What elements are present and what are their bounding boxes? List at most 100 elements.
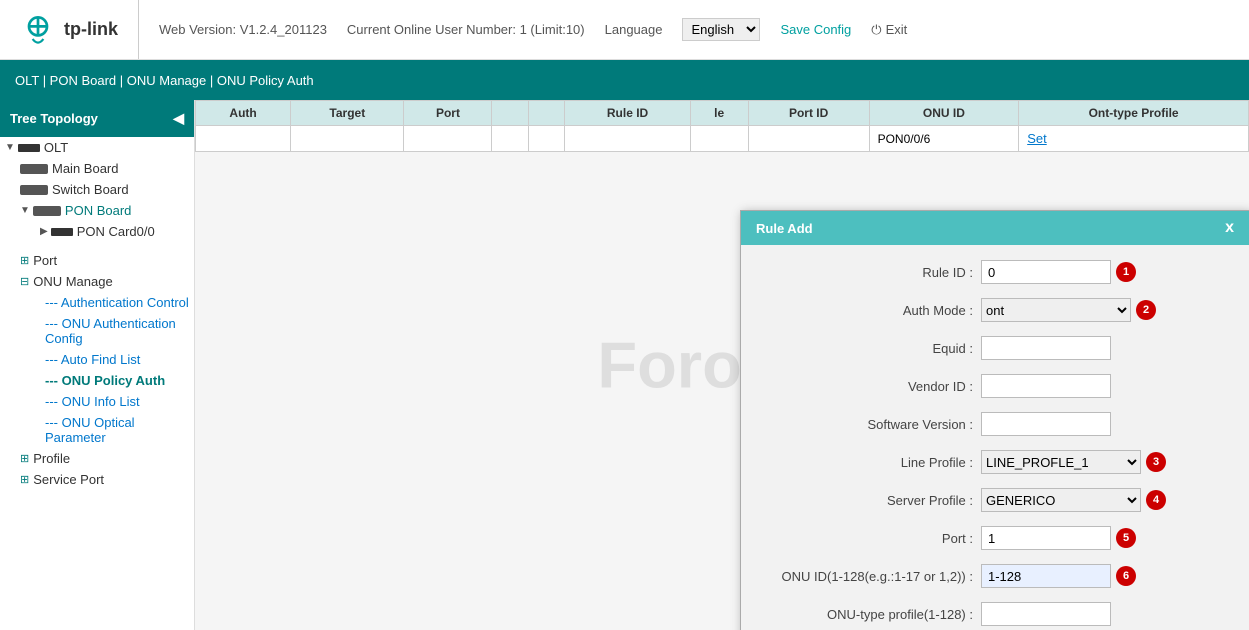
onu-manage-label: ONU Manage: [33, 274, 112, 289]
cell-port-id-val: [748, 126, 869, 152]
auto-find-dash: ---: [45, 352, 61, 367]
vendor-id-input[interactable]: [981, 374, 1111, 398]
line-profile-select[interactable]: LINE_PROFLE_1: [981, 450, 1141, 474]
onu-optical-dash: ---: [45, 415, 62, 430]
software-version-label: Software Version :: [761, 417, 981, 432]
form-row-onu-id: ONU ID(1-128(e.g.:1-17 or 1,2)) : 6: [761, 564, 1229, 588]
cell-empty: [492, 126, 528, 152]
main-layout: Tree Topology ◀ ▼ OLT Main Board Switch …: [0, 100, 1249, 630]
auth-mode-label: Auth Mode :: [761, 303, 981, 318]
pon-card-expand-icon: ▶: [40, 226, 48, 237]
main-table: Auth Target Port Rule ID le Port ID ONU …: [195, 100, 1249, 152]
port-input[interactable]: [981, 526, 1111, 550]
form-row-server-profile: Server Profile : GENERICO 4: [761, 488, 1229, 512]
auth-mode-select[interactable]: ont mac loid: [981, 298, 1131, 322]
col-rule-id: Rule ID: [565, 101, 690, 126]
sidebar-item-onu-manage[interactable]: ⊟ ONU Manage: [0, 271, 194, 292]
cell-le: [690, 126, 748, 152]
main-board-label: Main Board: [52, 161, 118, 176]
sidebar-item-port[interactable]: ⊞ Port: [0, 250, 194, 271]
cell-port: [404, 126, 492, 152]
onu-info-list-dash: ---: [45, 394, 62, 409]
sidebar-collapse-arrow[interactable]: ◀: [173, 110, 184, 127]
logo-area: tp-link: [0, 0, 139, 59]
cell-set[interactable]: Set: [1019, 126, 1249, 152]
onu-type-profile-input[interactable]: [981, 602, 1111, 626]
onu-auth-config-dash: ---: [45, 316, 62, 331]
sidebar-item-service-port[interactable]: ⊞ Service Port: [0, 469, 194, 490]
cell-rule: [565, 126, 690, 152]
col-port-id: Port ID: [748, 101, 869, 126]
modal-body: Rule ID : 1 Auth Mode : ont mac loid 2: [741, 245, 1249, 630]
modal-header: Rule Add x: [741, 211, 1249, 245]
col-port: Port: [404, 101, 492, 126]
port-label: Port :: [761, 531, 981, 546]
server-profile-label: Server Profile :: [761, 493, 981, 508]
onu-id-label: ONU ID(1-128(e.g.:1-17 or 1,2)) :: [761, 569, 981, 584]
switch-board-label: Switch Board: [52, 182, 129, 197]
sidebar-item-olt[interactable]: ▼ OLT: [0, 137, 194, 158]
save-config-link[interactable]: Save Config: [780, 22, 851, 37]
olt-device-icon: [18, 144, 40, 152]
modal-title: Rule Add: [756, 221, 813, 236]
badge-6: 6: [1116, 566, 1136, 586]
sidebar: Tree Topology ◀ ▼ OLT Main Board Switch …: [0, 100, 195, 630]
auto-find-label: Auto Find List: [61, 352, 141, 367]
onu-info-list-label: ONU Info List: [62, 394, 140, 409]
power-icon: ⏻: [871, 22, 881, 38]
modal-dialog: Rule Add x Rule ID : 1 Auth Mode : ont m…: [740, 210, 1249, 630]
auth-control-dash: ---: [45, 295, 61, 310]
form-row-onu-type-profile: ONU-type profile(1-128) :: [761, 602, 1229, 626]
pon-expand-icon: ▼: [20, 205, 30, 216]
profile-folder-icon: ⊞: [20, 452, 29, 465]
sidebar-item-onu-policy-auth[interactable]: --- ONU Policy Auth: [0, 370, 194, 391]
server-profile-select[interactable]: GENERICO: [981, 488, 1141, 512]
sidebar-item-onu-optical[interactable]: --- ONU Optical Parameter: [0, 412, 194, 448]
sidebar-item-switch-board[interactable]: Switch Board: [0, 179, 194, 200]
form-row-software-version: Software Version :: [761, 412, 1229, 436]
service-port-label: Service Port: [33, 472, 104, 487]
tp-link-logo: [20, 12, 56, 48]
profile-label: Profile: [33, 451, 70, 466]
onu-id-input[interactable]: [981, 564, 1111, 588]
sidebar-item-main-board[interactable]: Main Board: [0, 158, 194, 179]
sidebar-header: Tree Topology ◀: [0, 100, 194, 137]
col-empty2: [528, 101, 564, 126]
line-profile-label: Line Profile :: [761, 455, 981, 470]
vendor-id-label: Vendor ID :: [761, 379, 981, 394]
online-users: Current Online User Number: 1 (Limit:10): [347, 22, 585, 37]
sidebar-item-pon-board[interactable]: ▼ PON Board: [0, 200, 194, 221]
pon-board-icon: [33, 206, 61, 216]
onu-policy-auth-label: ONU Policy Auth: [62, 373, 166, 388]
badge-1: 1: [1116, 262, 1136, 282]
sidebar-item-auth-control[interactable]: --- Authentication Control: [0, 292, 194, 313]
form-row-vendor-id: Vendor ID :: [761, 374, 1229, 398]
language-label: Language: [605, 22, 663, 37]
port-label: Port: [33, 253, 57, 268]
set-link[interactable]: Set: [1027, 131, 1047, 146]
sidebar-item-pon-card[interactable]: ▶ PON Card0/0: [0, 221, 194, 242]
rule-id-input[interactable]: [981, 260, 1111, 284]
sidebar-item-profile[interactable]: ⊞ Profile: [0, 448, 194, 469]
rule-id-label: Rule ID :: [761, 265, 981, 280]
form-row-port: Port : 5: [761, 526, 1229, 550]
form-row-equid: Equid :: [761, 336, 1229, 360]
software-version-input[interactable]: [981, 412, 1111, 436]
equid-input[interactable]: [981, 336, 1111, 360]
exit-button[interactable]: ⏻ Exit: [871, 22, 907, 38]
sidebar-item-onu-info-list[interactable]: --- ONU Info List: [0, 391, 194, 412]
col-auth: Auth: [196, 101, 291, 126]
auth-control-label: Authentication Control: [61, 295, 189, 310]
port-folder-icon: ⊞: [20, 254, 29, 267]
col-target: Target: [291, 101, 404, 126]
exit-label: Exit: [886, 22, 908, 37]
language-select[interactable]: English Chinese: [682, 18, 760, 41]
onu-auth-config-label: ONU Authentication Config: [45, 316, 176, 346]
modal-close-button[interactable]: x: [1225, 219, 1234, 237]
col-le: le: [690, 101, 748, 126]
sidebar-item-auto-find[interactable]: --- Auto Find List: [0, 349, 194, 370]
sidebar-item-onu-auth-config[interactable]: --- ONU Authentication Config: [0, 313, 194, 349]
pon-card-icon: [51, 228, 73, 236]
header: tp-link Web Version: V1.2.4_201123 Curre…: [0, 0, 1249, 60]
cell-empty2: [528, 126, 564, 152]
